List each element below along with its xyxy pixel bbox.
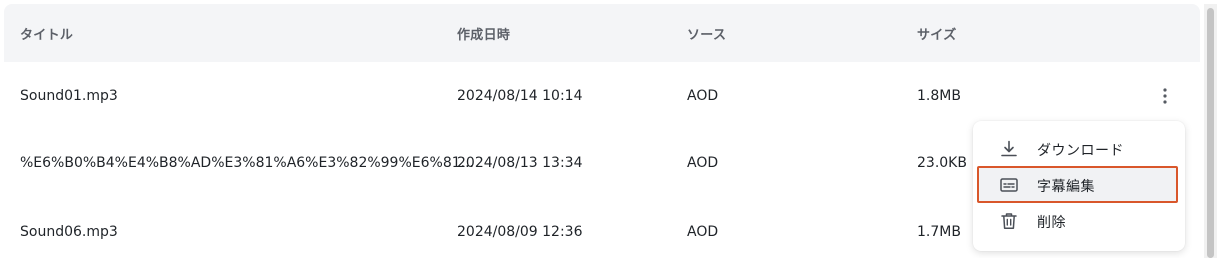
menu-item-label: ダウンロード [1037,143,1124,159]
row-created: 2024/08/09 12:36 [457,224,583,240]
trash-icon [999,211,1019,231]
vertical-scrollbar[interactable] [1204,4,1217,258]
table-row[interactable]: Sound01.mp3 2024/08/14 10:14 AOD 1.8MB [4,62,1200,128]
menu-item-label: 字幕編集 [1037,179,1095,195]
row-size: 1.8MB [917,88,961,104]
row-size: 1.7MB [917,224,961,240]
menu-item-download[interactable]: ダウンロード [973,131,1185,167]
row-source: AOD [687,224,719,240]
scrollbar-thumb[interactable] [1207,8,1214,258]
row-source: AOD [687,155,719,171]
more-vertical-icon[interactable] [1153,84,1177,108]
row-title: Sound06.mp3 [20,224,118,240]
row-size: 23.0KB [917,155,967,171]
column-header-source[interactable]: ソース [687,24,726,43]
column-header-created[interactable]: 作成日時 [457,24,510,43]
menu-item-label: 削除 [1037,215,1066,231]
row-title: %E6%B0%B4%E4%B8%AD%E3%81%A6%E3%82%99%E6%… [20,155,474,171]
download-icon [999,139,1019,159]
menu-item-delete[interactable]: 削除 [973,203,1185,239]
row-source: AOD [687,88,719,104]
menu-item-subtitle-edit[interactable]: 字幕編集 [973,167,1185,203]
subtitles-icon [999,175,1019,195]
row-created: 2024/08/14 10:14 [457,88,583,104]
row-created: 2024/08/13 13:34 [457,155,583,171]
row-title: Sound01.mp3 [20,88,118,104]
row-context-menu: ダウンロード 字幕編集 削除 [973,121,1185,251]
column-header-title[interactable]: タイトル [20,24,73,43]
file-list-frame: タイトル 作成日時 ソース サイズ Sound01.mp3 2024/08/14… [0,0,1217,258]
table-header: タイトル 作成日時 ソース サイズ [4,4,1200,62]
column-header-size[interactable]: サイズ [917,24,957,43]
